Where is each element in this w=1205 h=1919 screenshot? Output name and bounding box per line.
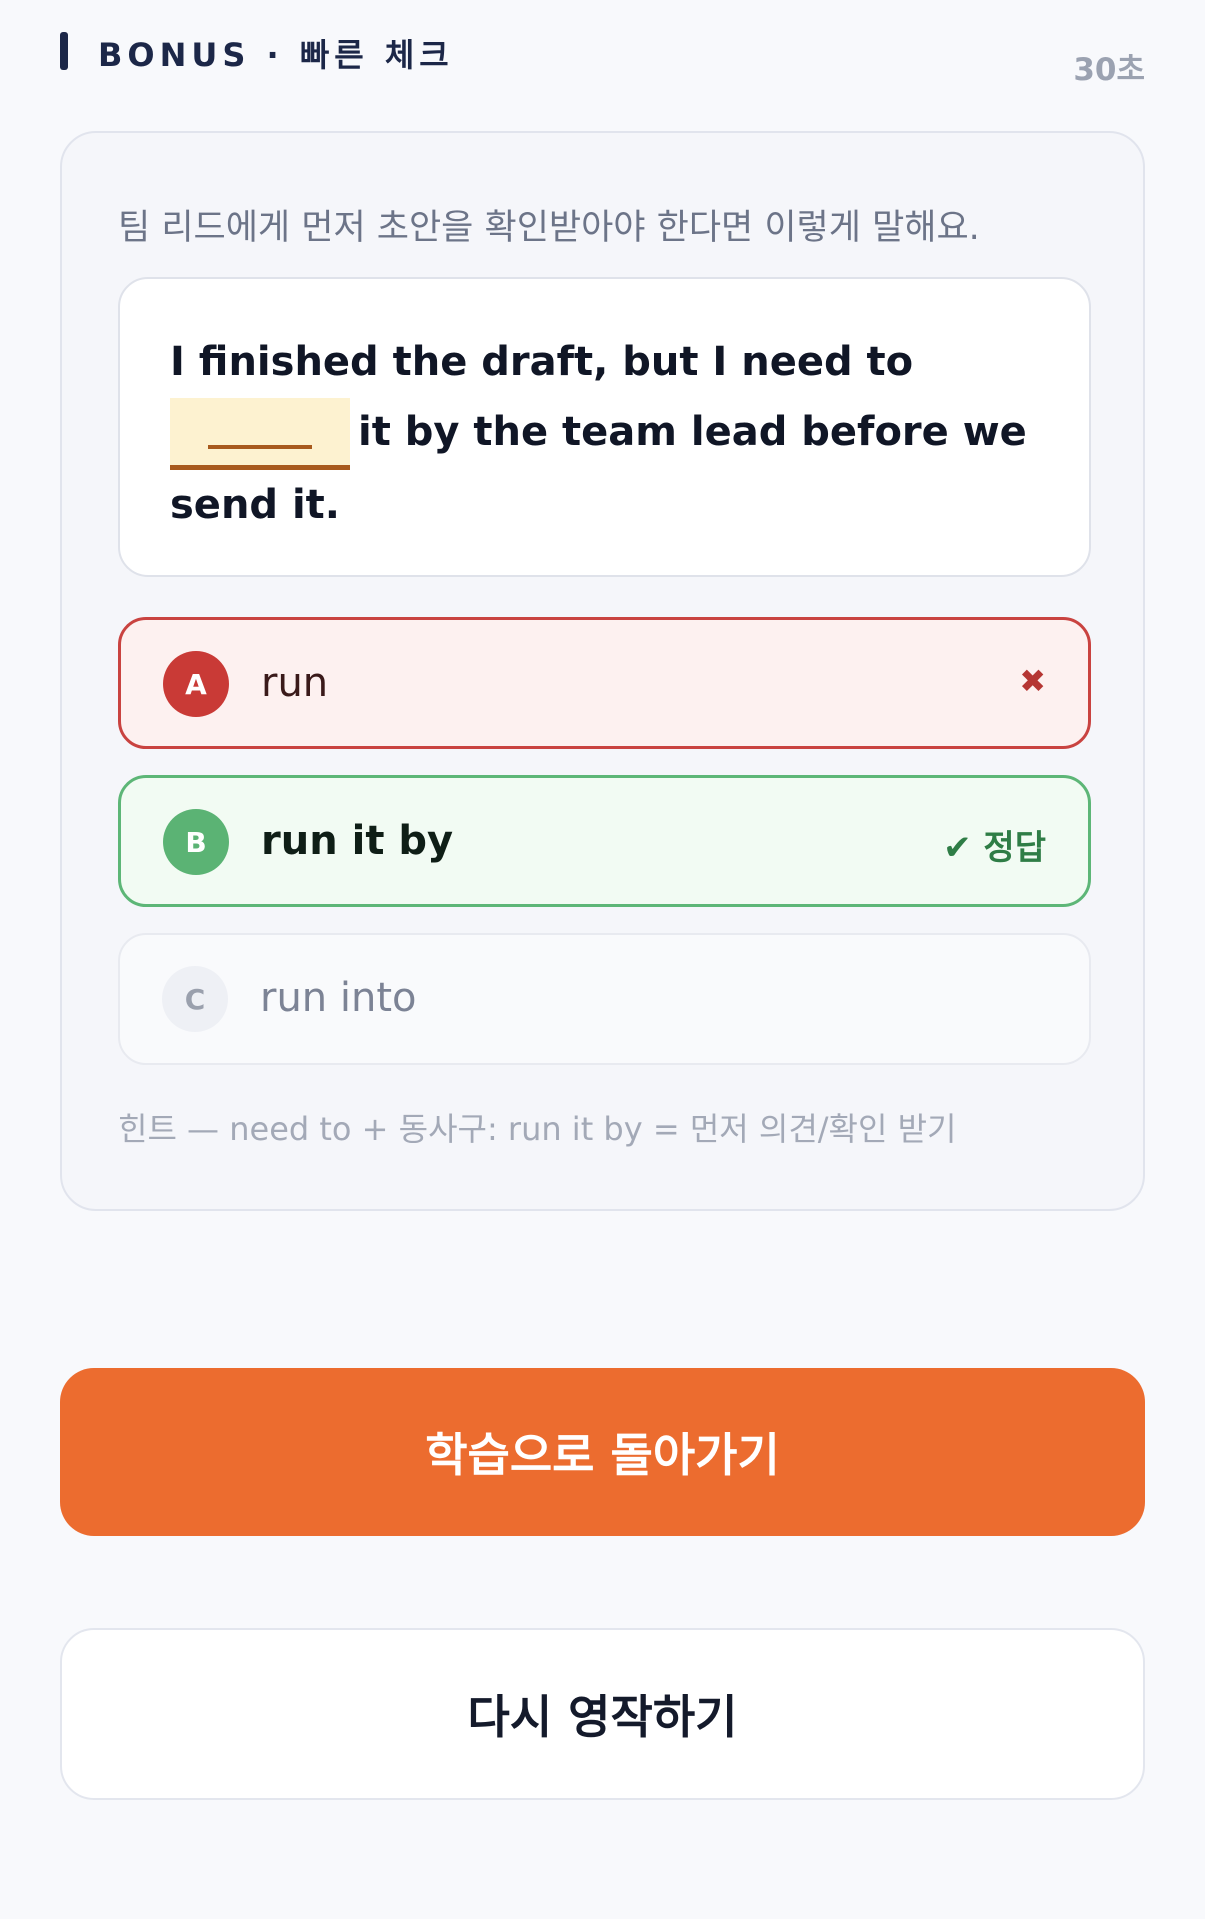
timer: 30초: [1073, 52, 1145, 88]
fill-in-sentence: I finished the draft, but I need to it b…: [170, 327, 1050, 540]
quiz-screen: BONUS · 빠른 체크 30초 팀 리드에게 먼저 초안을 확인받아야 한다…: [0, 0, 1205, 1919]
retry-composition-button[interactable]: 다시 영작하기: [60, 1628, 1145, 1800]
wrong-x-icon: ✖: [1019, 662, 1046, 700]
option-a-letter: A: [163, 651, 229, 717]
option-c-label: run into: [260, 975, 417, 1021]
section-title: BONUS · 빠른 체크: [98, 36, 454, 74]
option-a[interactable]: A run ✖: [118, 617, 1091, 749]
question-card: 팀 리드에게 먼저 초안을 확인받아야 한다면 이렇게 말해요. I finis…: [60, 131, 1145, 1211]
option-a-label: run: [261, 660, 329, 706]
option-b[interactable]: B run it by ✔ 정답: [118, 775, 1091, 907]
option-b-label: run it by: [261, 818, 454, 864]
option-c-letter: C: [162, 966, 228, 1032]
back-to-study-button[interactable]: 학습으로 돌아가기: [60, 1368, 1145, 1536]
header-accent-bar: [60, 32, 68, 70]
hint-text: 힌트 — need to + 동사구: run it by = 먼저 의견/확인…: [118, 1110, 957, 1148]
sentence-box: I finished the draft, but I need to it b…: [118, 277, 1091, 577]
question-prompt: 팀 리드에게 먼저 초안을 확인받아야 한다면 이렇게 말해요.: [118, 208, 980, 248]
correct-check-icon: ✔ 정답: [943, 828, 1046, 868]
sentence-before: I finished the draft, but I need to: [170, 339, 914, 385]
answer-blank: [170, 398, 350, 470]
option-b-letter: B: [163, 809, 229, 875]
option-c[interactable]: C run into: [118, 933, 1091, 1065]
